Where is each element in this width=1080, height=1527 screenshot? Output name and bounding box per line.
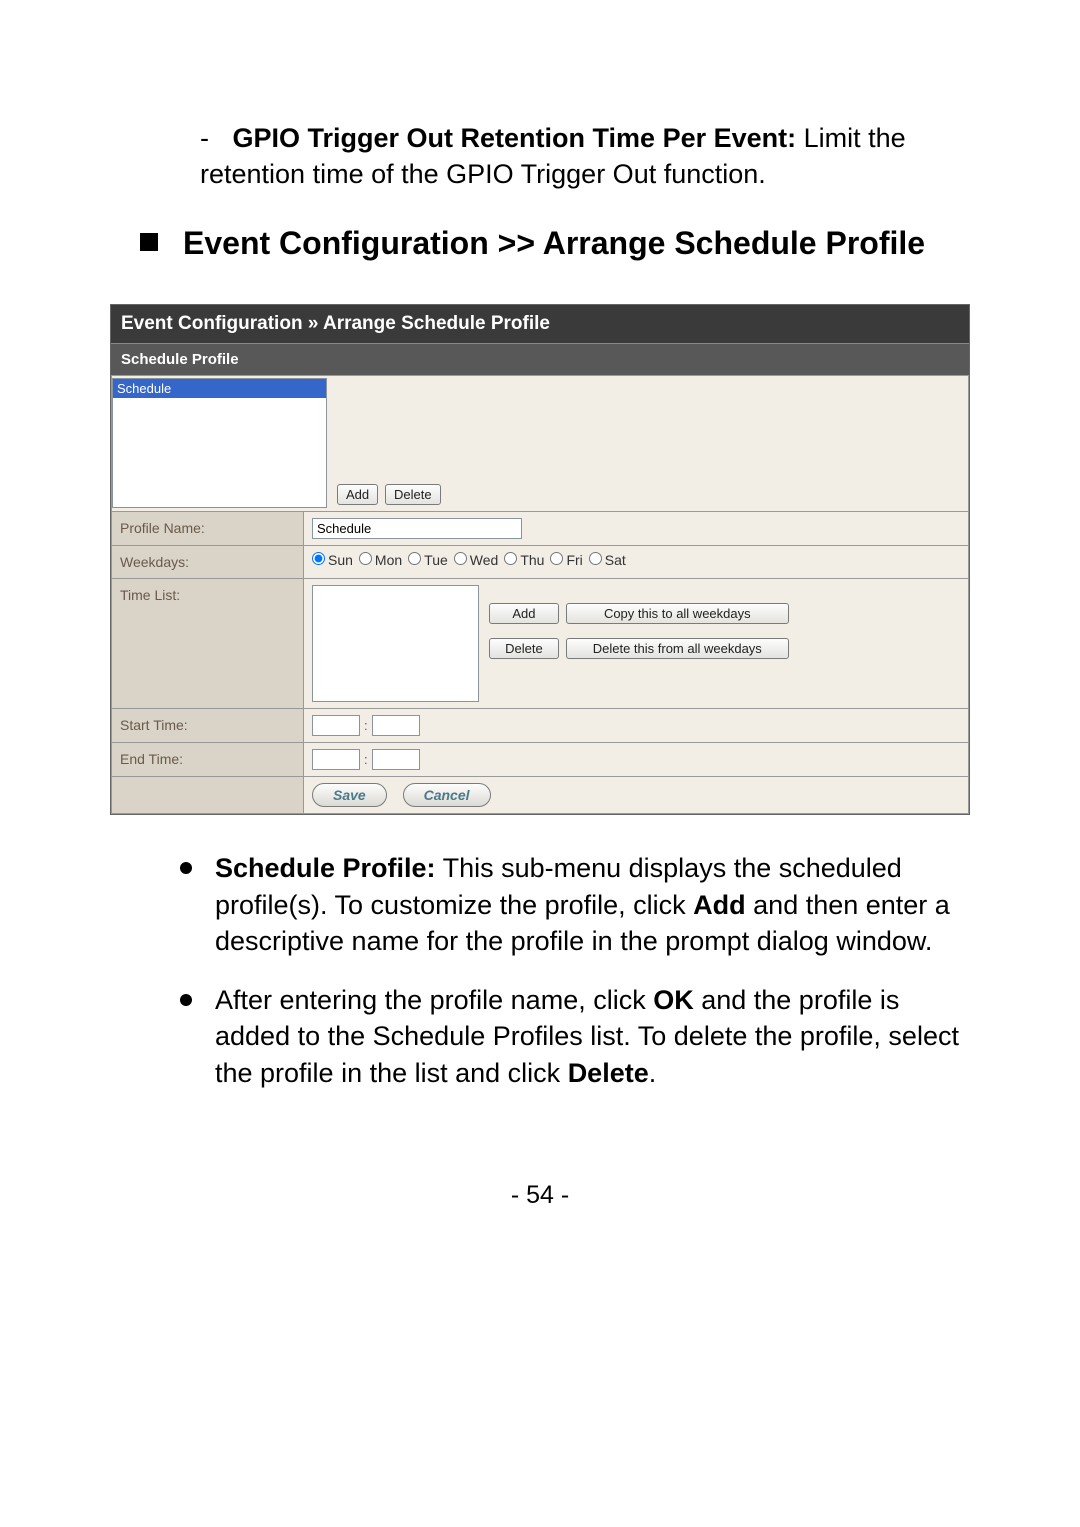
gpio-label: GPIO Trigger Out Retention Time Per Even… — [233, 123, 797, 153]
bullet-schedule-profile: Schedule Profile: This sub-menu displays… — [180, 850, 970, 959]
weekdays-label: Weekdays: — [112, 546, 304, 579]
schedule-profile-panel: Event Configuration » Arrange Schedule P… — [110, 304, 970, 815]
cancel-button[interactable]: Cancel — [403, 783, 491, 807]
start-time-cell: : — [304, 709, 969, 743]
b2-bold: OK — [653, 985, 694, 1015]
section-header: Schedule Profile — [111, 343, 969, 375]
b1-bold2: Add — [693, 890, 745, 920]
heading-text: Event Configuration >> Arrange Schedule … — [183, 223, 925, 265]
weekday-wed[interactable]: Wed — [454, 552, 499, 568]
profile-name-input[interactable] — [312, 518, 522, 539]
weekday-sun[interactable]: Sun — [312, 552, 353, 568]
weekday-tue[interactable]: Tue — [408, 552, 448, 568]
bullet-after-entering: After entering the profile name, click O… — [180, 982, 970, 1091]
panel-title: Event Configuration » Arrange Schedule P… — [111, 305, 969, 343]
dash-marker: - — [200, 120, 225, 156]
weekday-fri[interactable]: Fri — [550, 552, 582, 568]
timelist-delete-button[interactable]: Delete — [489, 638, 559, 659]
radio-mon[interactable] — [359, 552, 372, 565]
timelist-copy-button[interactable]: Copy this to all weekdays — [566, 603, 789, 624]
colon-sep2: : — [364, 752, 368, 767]
timelist-cell: Add Copy this to all weekdays Delete Del… — [304, 579, 969, 709]
end-time-cell: : — [304, 743, 969, 777]
radio-wed[interactable] — [454, 552, 467, 565]
save-row-spacer — [112, 777, 304, 814]
end-min-input[interactable] — [372, 749, 420, 770]
profile-name-cell — [304, 512, 969, 546]
page-number: - 54 - — [110, 1181, 970, 1210]
gpio-retention-item: - GPIO Trigger Out Retention Time Per Ev… — [200, 120, 970, 193]
timelist-label: Time List: — [112, 579, 304, 709]
b1-label: Schedule Profile: — [215, 853, 436, 883]
radio-sat[interactable] — [589, 552, 602, 565]
profile-name-label: Profile Name: — [112, 512, 304, 546]
radio-thu[interactable] — [504, 552, 517, 565]
delete-profile-button[interactable]: Delete — [385, 484, 441, 505]
square-bullet-icon — [140, 233, 158, 251]
b2-bold2: Delete — [568, 1058, 649, 1088]
timelist-delete-all-button[interactable]: Delete this from all weekdays — [566, 638, 789, 659]
start-min-input[interactable] — [372, 715, 420, 736]
form-table: Schedule Add Delete Profile Name: Weekda… — [111, 375, 969, 814]
b2-text: After entering the profile name, click — [215, 985, 653, 1015]
end-hour-input[interactable] — [312, 749, 360, 770]
save-cancel-cell: Save Cancel — [304, 777, 969, 814]
save-button[interactable]: Save — [312, 783, 387, 807]
description-list: Schedule Profile: This sub-menu displays… — [180, 850, 970, 1091]
radio-tue[interactable] — [408, 552, 421, 565]
timelist-listbox[interactable] — [312, 585, 479, 702]
schedule-list-item[interactable]: Schedule — [113, 379, 326, 398]
weekday-sat[interactable]: Sat — [589, 552, 626, 568]
add-profile-button[interactable]: Add — [337, 484, 378, 505]
weekdays-cell: Sun Mon Tue Wed Thu Fri Sat — [304, 546, 969, 579]
colon-sep: : — [364, 718, 368, 733]
schedule-listbox[interactable]: Schedule — [112, 378, 327, 508]
weekday-thu[interactable]: Thu — [504, 552, 544, 568]
radio-fri[interactable] — [550, 552, 563, 565]
end-time-label: End Time: — [112, 743, 304, 777]
list-buttons: Add Delete — [337, 484, 444, 505]
profile-list-cell: Schedule Add Delete — [112, 376, 969, 512]
weekday-mon[interactable]: Mon — [359, 552, 402, 568]
radio-sun[interactable] — [312, 552, 325, 565]
timelist-add-button[interactable]: Add — [489, 603, 559, 624]
b2-text3: . — [649, 1058, 657, 1088]
start-time-label: Start Time: — [112, 709, 304, 743]
start-hour-input[interactable] — [312, 715, 360, 736]
timelist-buttons: Add Copy this to all weekdays Delete Del… — [489, 585, 792, 673]
weekday-radio-row: Sun Mon Tue Wed Thu Fri Sat — [312, 552, 960, 568]
section-heading: Event Configuration >> Arrange Schedule … — [140, 223, 970, 265]
